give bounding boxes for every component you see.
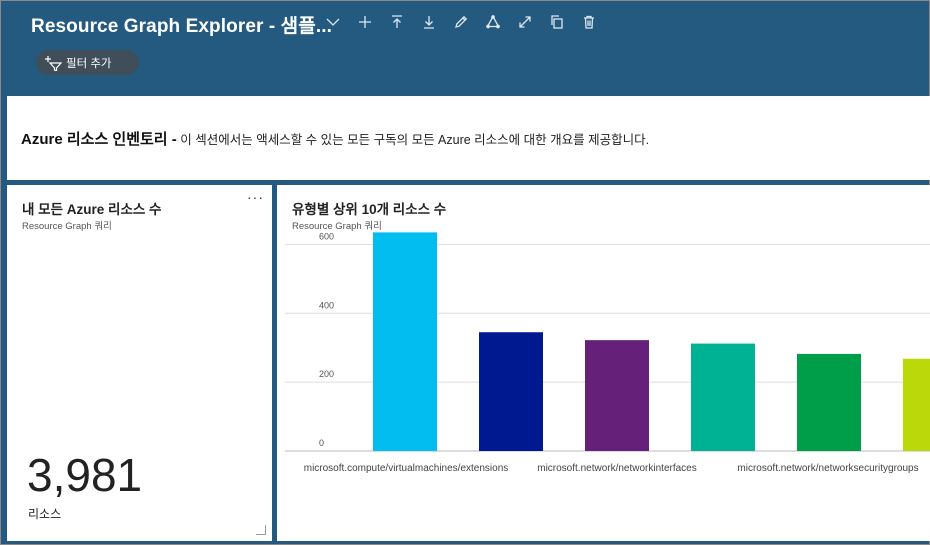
filter-add-icon [45, 55, 62, 71]
chart-bar[interactable] [903, 358, 930, 451]
clone-icon[interactable] [547, 12, 567, 32]
x-tick-label: microsoft.compute/virtualmachines/extens… [304, 463, 509, 474]
y-tick-label: 0 [319, 438, 324, 448]
resource-count-unit: 리소스 [28, 507, 62, 521]
chart-bar[interactable] [373, 232, 437, 451]
x-tick-label: microsoft.network/networkinterfaces [537, 463, 697, 474]
y-tick-label: 400 [319, 300, 334, 310]
x-tick-label: microsoft.network/networksecuritygroups [737, 463, 918, 474]
resource-count-tile[interactable]: 내 모든 Azure 리소스 수 Resource Graph 쿼리 ··· 3… [7, 185, 272, 541]
chart-bar[interactable] [585, 340, 649, 451]
bar-chart: 0 200 400 600 microsoft.compute/virtualmachi… [285, 231, 930, 474]
add-filter-label: 필터 추가 [66, 57, 112, 70]
resize-handle[interactable] [256, 525, 266, 535]
resource-count-value: 3,981 [27, 449, 143, 501]
chart-bar[interactable] [479, 332, 543, 451]
chevron-down-icon[interactable] [323, 12, 343, 32]
markdown-tile: Azure 리소스 인벤토리 - 이 섹션에서는 액세스할 수 있는 모든 구독… [7, 96, 930, 180]
add-filter-button[interactable]: 필터 추가 [36, 50, 139, 75]
dashboard-frame: Resource Graph Explorer - 샘플... 필터 추가 Az… [0, 0, 930, 545]
chart-bar[interactable] [691, 343, 755, 451]
top-resources-chart-tile[interactable]: 유형별 상위 10개 리소스 수 Resource Graph 쿼리 0 200 4… [277, 185, 930, 541]
upload-icon[interactable] [387, 12, 407, 32]
markdown-description: 이 섹션에서는 액세스할 수 있는 모든 구독의 모든 Azure 리소스에 대… [176, 133, 650, 147]
chart-bar[interactable] [797, 353, 861, 451]
y-tick-label: 600 [319, 231, 334, 241]
tile-subtitle: Resource Graph 쿼리 [22, 221, 112, 232]
edit-icon[interactable] [451, 12, 471, 32]
markdown-bold-heading: Azure 리소스 인벤토리 - [21, 131, 177, 148]
markdown-text: Azure 리소스 인벤토리 - 이 섹션에서는 액세스할 수 있는 모든 구독… [21, 128, 649, 149]
dashboard-title: Resource Graph Explorer - 샘플... [31, 16, 332, 37]
y-tick-label: 200 [319, 369, 334, 379]
add-icon[interactable] [355, 12, 375, 32]
dashboard-header: Resource Graph Explorer - 샘플... 필터 추가 [1, 1, 930, 93]
fullscreen-icon[interactable] [515, 12, 535, 32]
download-icon[interactable] [419, 12, 439, 32]
share-icon[interactable] [483, 12, 503, 32]
tile-title: 내 모든 Azure 리소스 수 [22, 202, 162, 217]
more-options-icon[interactable]: ··· [247, 189, 264, 205]
delete-icon[interactable] [579, 12, 599, 32]
